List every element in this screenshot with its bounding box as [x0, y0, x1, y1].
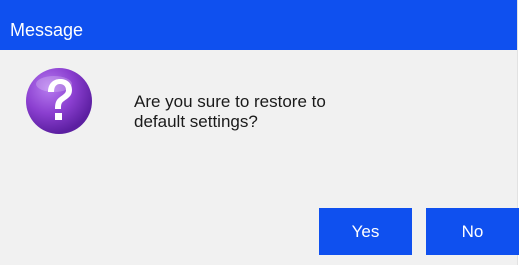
message-line-2: default settings?	[134, 112, 258, 131]
dialog-title: Message	[10, 20, 84, 40]
no-button[interactable]: No	[426, 208, 519, 255]
dialog-titlebar[interactable]: Message	[0, 0, 517, 50]
message-dialog: Message Are you sure to restore to defau…	[0, 0, 519, 265]
dialog-message: Are you sure to restore to default setti…	[134, 92, 434, 132]
message-line-1: Are you sure to restore to	[134, 92, 326, 111]
question-icon	[24, 66, 94, 136]
yes-button[interactable]: Yes	[319, 208, 412, 255]
